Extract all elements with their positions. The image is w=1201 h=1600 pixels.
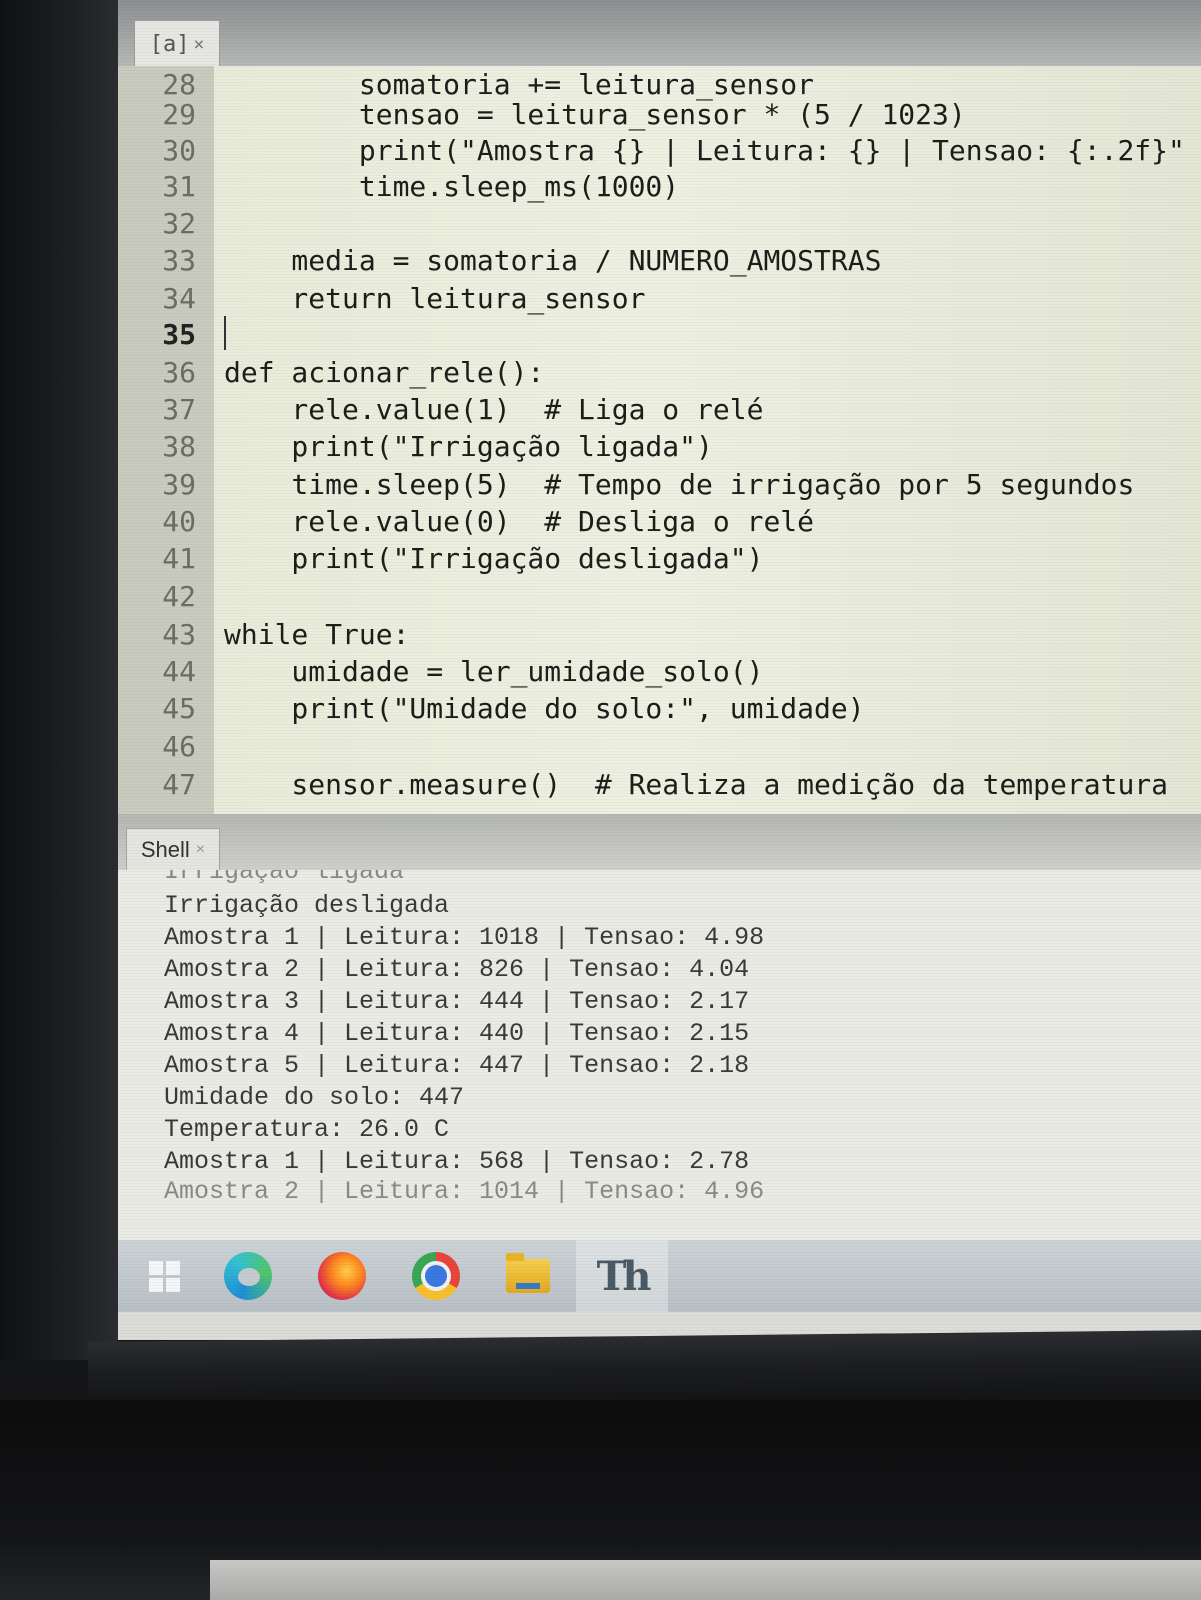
code-editor[interactable]: 28 somatoria += leitura_sensor 29 tensao …: [118, 66, 1201, 814]
taskbar-chrome[interactable]: [390, 1240, 482, 1312]
editor-tab-bar: [a] ×: [118, 0, 1201, 67]
code-line[interactable]: 47 sensor.measure() # Realiza a medição …: [118, 766, 1201, 803]
line-number: 33: [162, 244, 196, 277]
code-text: media = somatoria / NUMERO_AMOSTRAS: [224, 244, 882, 277]
code-text: print("Umidade do solo:", umidade): [224, 692, 865, 725]
line-number: 40: [162, 505, 196, 538]
line-number: 45: [162, 692, 196, 725]
code-text: print("Irrigação ligada"): [224, 430, 713, 463]
text-caret: [224, 316, 226, 350]
code-text: rele.value(1) # Liga o relé: [224, 393, 764, 426]
line-number: 44: [162, 655, 196, 688]
code-line[interactable]: 30 print("Amostra {} | Leitura: {} | Ten…: [118, 132, 1201, 169]
shell-tab-label: Shell: [140, 837, 190, 862]
code-text: tensao = leitura_sensor * (5 / 1023): [224, 98, 966, 131]
desk-edge: [210, 1560, 1201, 1600]
code-line[interactable]: 41 print("Irrigação desligada"): [118, 540, 1201, 577]
close-icon[interactable]: ×: [196, 841, 205, 859]
code-text: sensor.measure() # Realiza a medição da …: [224, 768, 1169, 801]
taskbar-firefox[interactable]: [296, 1240, 388, 1312]
code-line[interactable]: 29 tensao = leitura_sensor * (5 / 1023): [118, 96, 1201, 133]
code-line[interactable]: 36 def acionar_rele():: [118, 354, 1201, 391]
shell-tab-bar: Shell ×: [118, 814, 1201, 871]
code-line[interactable]: 42: [118, 578, 1201, 615]
shell-output-line: Umidade do solo: 447: [164, 1083, 465, 1112]
taskbar-edge[interactable]: [202, 1240, 294, 1312]
code-line[interactable]: 32: [118, 205, 1201, 242]
line-number: 39: [162, 468, 196, 501]
shell-output-line: Amostra 1 | Leitura: 1018 | Tensao: 4.98: [164, 923, 765, 952]
code-line[interactable]: 46: [118, 728, 1201, 765]
shell-console[interactable]: Irrigação ligada Irrigação desligada Amost…: [118, 870, 1201, 1240]
code-text: umidade = ler_umidade_solo(): [224, 655, 764, 688]
start-button[interactable]: [118, 1240, 210, 1312]
close-icon[interactable]: ×: [193, 34, 204, 55]
editor-tab-label: [a]: [149, 31, 190, 57]
chrome-icon: [412, 1252, 460, 1300]
shell-output-line: Amostra 5 | Leitura: 447 | Tensao: 2.18: [164, 1051, 750, 1080]
line-number: 42: [162, 580, 196, 613]
line-number: 31: [162, 170, 196, 203]
shell-output-line: Temperatura: 26.0 C: [164, 1115, 450, 1144]
line-number: 41: [162, 542, 196, 575]
line-number: 29: [162, 98, 196, 131]
line-number: 38: [162, 430, 196, 463]
taskbar-file-explorer[interactable]: [482, 1240, 574, 1312]
taskbar-thonny[interactable]: Th: [576, 1240, 668, 1312]
code-text: time.sleep(5) # Tempo de irrigação por 5…: [224, 468, 1135, 501]
thonny-icon: Th: [596, 1252, 652, 1300]
monitor-bezel-left: [0, 0, 118, 1360]
editor-tab[interactable]: [a] ×: [134, 20, 220, 67]
code-text: def acionar_rele():: [224, 356, 545, 389]
shell-output-line: Amostra 3 | Leitura: 444 | Tensao: 2.17: [164, 987, 750, 1016]
shell-tab[interactable]: Shell ×: [126, 828, 220, 871]
line-number: 34: [162, 282, 196, 315]
code-text: rele.value(0) # Desliga o relé: [224, 505, 815, 538]
code-text: return leitura_sensor: [224, 282, 646, 315]
code-line[interactable]: 38 print("Irrigação ligada"): [118, 428, 1201, 465]
folder-icon: [506, 1253, 550, 1293]
line-number: 43: [162, 618, 196, 651]
line-number: 32: [162, 207, 196, 240]
edge-icon: [224, 1252, 272, 1300]
code-line[interactable]: 39 time.sleep(5) # Tempo de irrigação po…: [118, 466, 1201, 503]
code-line[interactable]: 40 rele.value(0) # Desliga o relé: [118, 503, 1201, 540]
code-line[interactable]: 35: [118, 316, 1201, 353]
code-text: print("Irrigação desligada"): [224, 542, 764, 575]
code-line[interactable]: 33 media = somatoria / NUMERO_AMOSTRAS: [118, 242, 1201, 279]
line-number: 35: [162, 318, 196, 351]
code-line[interactable]: 45 print("Umidade do solo:", umidade): [118, 690, 1201, 727]
line-number: 30: [162, 134, 196, 167]
windows-icon: [148, 1260, 180, 1292]
code-line[interactable]: 43 while True:: [118, 616, 1201, 653]
code-line[interactable]: 37 rele.value(1) # Liga o relé: [118, 391, 1201, 428]
line-number: 46: [162, 730, 196, 763]
shell-output-line: Amostra 4 | Leitura: 440 | Tensao: 2.15: [164, 1019, 750, 1048]
shell-output-line: Irrigação ligada: [164, 870, 405, 886]
shell-output-line: Amostra 1 | Leitura: 568 | Tensao: 2.78: [164, 1147, 750, 1176]
code-text: time.sleep_ms(1000): [224, 170, 680, 203]
shell-output-line: Amostra 2 | Leitura: 826 | Tensao: 4.04: [164, 955, 750, 984]
monitor: [a] × 28 somatoria += leitura_sensor 29 t…: [0, 0, 1201, 1600]
line-number: 47: [162, 768, 196, 801]
code-line[interactable]: 44 umidade = ler_umidade_solo(): [118, 653, 1201, 690]
code-text: print("Amostra {} | Leitura: {} | Tensao…: [224, 134, 1185, 167]
code-line[interactable]: 34 return leitura_sensor: [118, 280, 1201, 317]
screen: [a] × 28 somatoria += leitura_sensor 29 t…: [118, 0, 1201, 1340]
taskbar: Th: [118, 1240, 1201, 1312]
code-line[interactable]: 31 time.sleep_ms(1000): [118, 168, 1201, 205]
line-number: 36: [162, 356, 196, 389]
shell-output-line: Amostra 2 | Leitura: 1014 | Tensao: 4.96: [164, 1177, 765, 1206]
firefox-icon: [318, 1252, 366, 1300]
code-text: while True:: [224, 618, 410, 651]
line-number: 37: [162, 393, 196, 426]
shell-output-line: Irrigação desligada: [164, 891, 450, 920]
